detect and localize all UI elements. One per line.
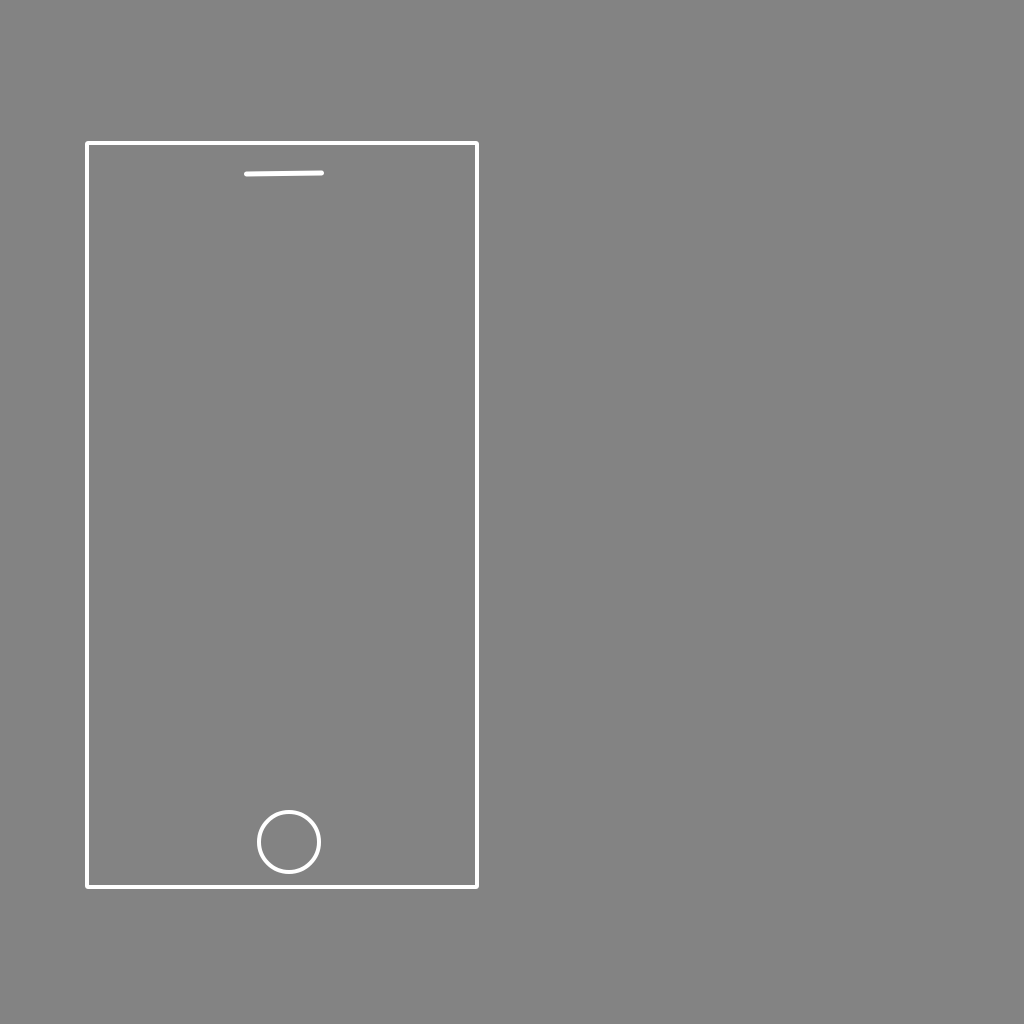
home-button-icon[interactable] bbox=[257, 810, 321, 874]
speaker-icon bbox=[243, 170, 325, 177]
phone-outline bbox=[85, 141, 479, 889]
